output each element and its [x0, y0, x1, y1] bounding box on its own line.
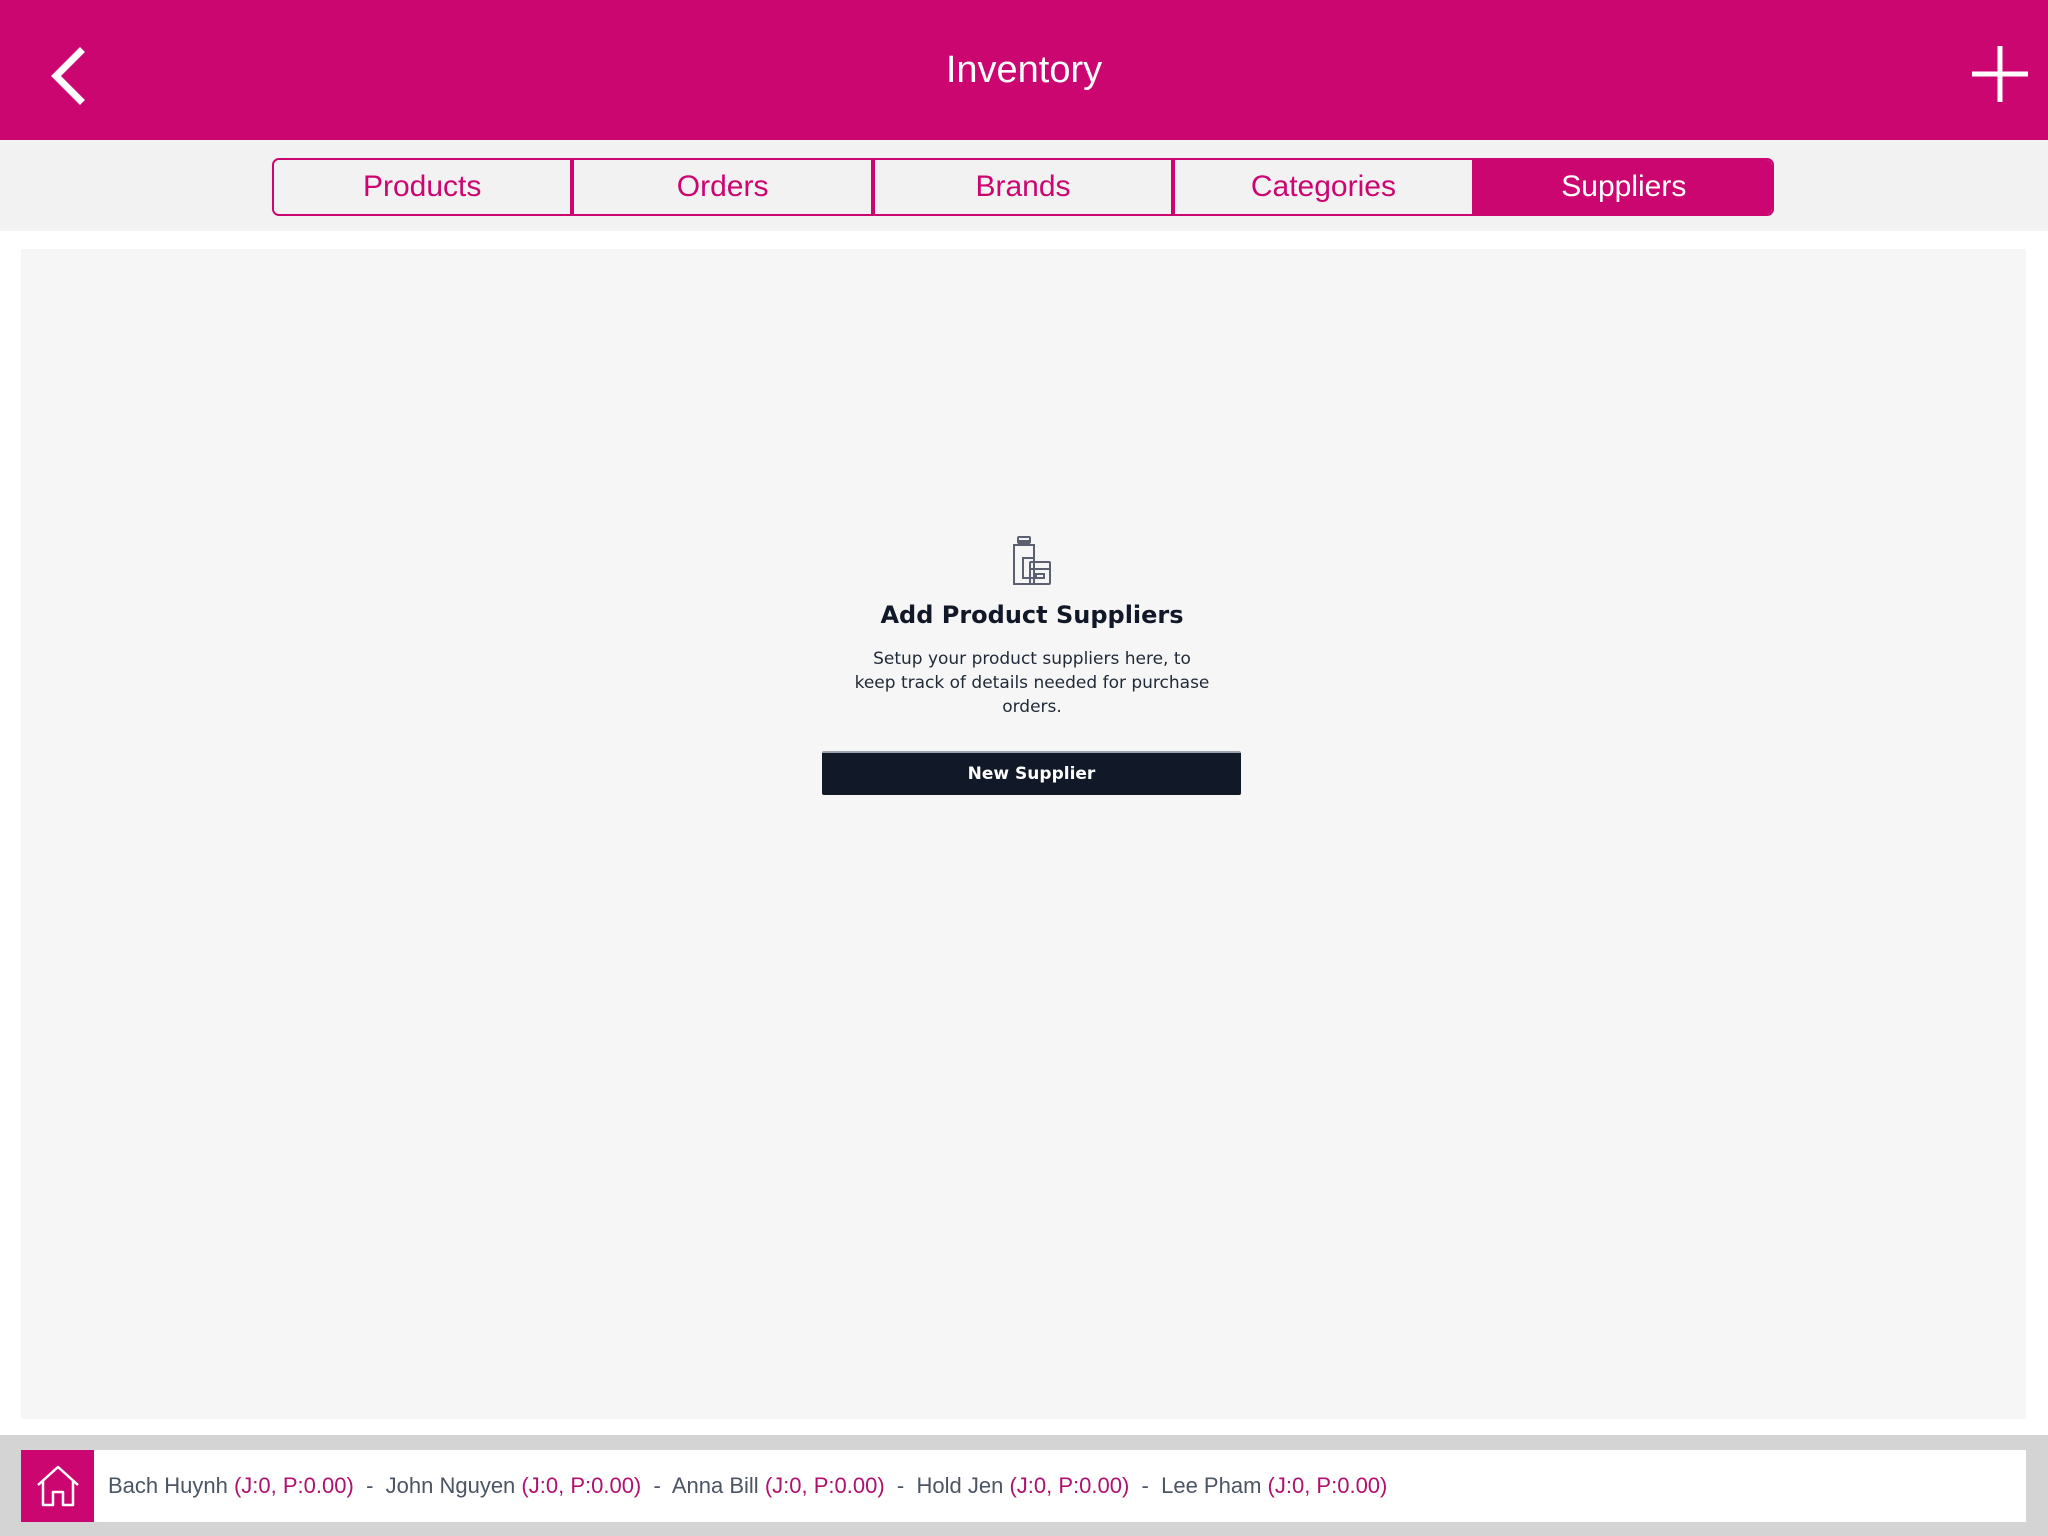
tab-orders[interactable]: Orders: [574, 160, 875, 214]
segmented-tabs: Products Orders Brands Categories Suppli…: [272, 158, 1774, 216]
staff-stats: (J:0, P:0.00): [764, 1473, 885, 1498]
home-icon: [36, 1465, 79, 1507]
staff-name[interactable]: Anna Bill: [672, 1473, 759, 1498]
tab-suppliers[interactable]: Suppliers: [1475, 160, 1772, 214]
staff-separator: -: [647, 1473, 667, 1498]
empty-state: Add Product Suppliers Setup your product…: [822, 536, 1242, 719]
staff-name[interactable]: John Nguyen: [386, 1473, 516, 1498]
plus-icon: [1972, 46, 2028, 102]
tab-categories[interactable]: Categories: [1175, 160, 1476, 214]
new-supplier-button[interactable]: New Supplier: [822, 751, 1241, 795]
app-header: Inventory: [0, 0, 2048, 140]
tab-brands[interactable]: Brands: [874, 160, 1176, 214]
empty-state-description: Setup your product suppliers here, to ke…: [854, 649, 1210, 717]
empty-state-title: Add Product Suppliers: [880, 601, 1184, 629]
staff-separator: -: [890, 1473, 911, 1498]
staff-name[interactable]: Bach Huynh: [108, 1473, 228, 1498]
add-button[interactable]: [1968, 42, 2032, 106]
staff-stats: (J:0, P:0.00): [521, 1473, 642, 1498]
supplier-products-icon: [1013, 536, 1051, 585]
main-content-panel: [21, 249, 2026, 1419]
home-button[interactable]: [21, 1450, 94, 1522]
staff-stats: (J:0, P:0.00): [1009, 1473, 1130, 1498]
staff-name[interactable]: Hold Jen: [916, 1473, 1003, 1498]
staff-name[interactable]: Lee Pham: [1161, 1473, 1261, 1498]
tab-products[interactable]: Products: [274, 160, 575, 214]
staff-stats: (J:0, P:0.00): [1267, 1473, 1388, 1498]
staff-stats: (J:0, P:0.00): [233, 1473, 354, 1498]
staff-separator: -: [1135, 1473, 1155, 1498]
staff-separator: -: [359, 1473, 380, 1498]
page-title: Inventory: [945, 49, 1103, 91]
staff-list: Bach Huynh (J:0, P:0.00) - John Nguyen (…: [108, 1470, 1387, 1502]
